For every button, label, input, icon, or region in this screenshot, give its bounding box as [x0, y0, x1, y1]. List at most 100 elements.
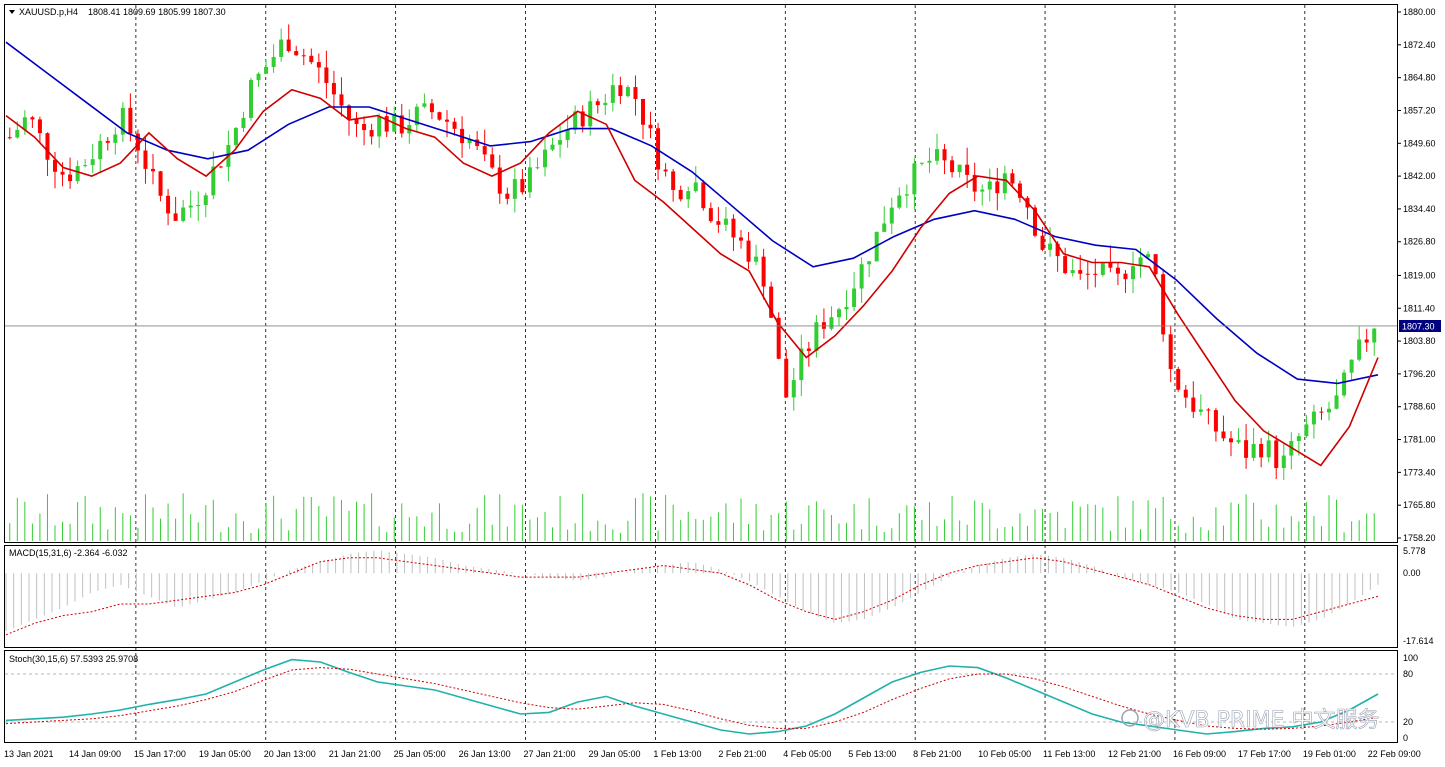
stoch-y-tick-label: 100: [1403, 653, 1418, 663]
candle-body: [512, 179, 517, 199]
candle-body: [1093, 273, 1098, 275]
candle-body: [256, 73, 261, 81]
x-tick-label: 5 Feb 13:00: [848, 749, 896, 759]
candle-body: [98, 140, 103, 160]
candle-body: [686, 191, 691, 200]
candle-body: [1213, 410, 1218, 432]
candle-body: [701, 182, 706, 209]
candle-body: [15, 129, 20, 138]
macd-y-tick-label: 0.00: [1403, 568, 1421, 578]
candle-body: [377, 116, 382, 137]
candle-body: [588, 101, 593, 127]
candle-body: [1063, 256, 1068, 274]
candle-body: [904, 194, 909, 196]
candle-body: [369, 130, 374, 137]
watermark-text: @KVB PRIME 中文服务: [1143, 708, 1379, 733]
candle-body: [791, 380, 796, 398]
candle-body: [90, 159, 95, 166]
x-tick-label: 11 Feb 13:00: [1043, 749, 1095, 759]
candle-body: [482, 146, 487, 155]
candle-body: [188, 205, 193, 208]
candle-body: [452, 121, 457, 129]
x-tick-label: 29 Jan 05:00: [588, 749, 640, 759]
candle-body: [1198, 409, 1203, 412]
y-tick-label: 1834.40: [1403, 204, 1436, 214]
stoch-y-tick-label: 0: [1403, 733, 1408, 743]
candle-body: [723, 218, 728, 225]
y-tick-label: 1872.40: [1403, 40, 1436, 50]
candle-body: [1221, 431, 1226, 439]
y-tick-label: 1880.00: [1403, 7, 1436, 17]
candle-body: [867, 261, 872, 265]
candle-body: [37, 119, 42, 134]
x-tick-label: 20 Jan 13:00: [264, 749, 316, 759]
candle-body: [422, 103, 427, 107]
candle-body: [739, 237, 743, 241]
candle-body: [558, 140, 563, 145]
candle-body: [1115, 267, 1120, 274]
candle-body: [618, 85, 623, 97]
candle-body: [1123, 273, 1128, 280]
candle-body: [166, 195, 171, 214]
candle-body: [648, 124, 653, 129]
candle-body: [625, 87, 630, 97]
candle-body: [1070, 270, 1075, 274]
candle-body: [1281, 455, 1286, 468]
y-tick-label: 1781.00: [1403, 435, 1436, 445]
x-tick-label: 26 Jan 13:00: [459, 749, 511, 759]
candle-body: [331, 83, 336, 95]
candle-body: [550, 144, 555, 150]
candle-body: [595, 101, 600, 106]
y-tick-label: 1773.40: [1403, 467, 1436, 477]
candle-body: [324, 67, 329, 84]
candle-body: [987, 181, 992, 190]
y-tick-label: 1849.60: [1403, 138, 1436, 148]
candle-body: [1040, 235, 1045, 250]
candle-body: [339, 94, 344, 106]
candle-body: [1131, 266, 1135, 280]
candle-body: [279, 39, 284, 58]
x-tick-label: 12 Feb 21:00: [1108, 749, 1161, 759]
y-tick-label: 1796.20: [1403, 369, 1436, 379]
candle-body: [1327, 408, 1331, 413]
candle-body: [113, 134, 118, 143]
macd-title: MACD(15,31,6) -2.364 -6.032: [9, 548, 128, 558]
candle-body: [761, 256, 766, 287]
candle-body: [445, 119, 449, 122]
candle-body: [437, 112, 442, 120]
candle-body: [935, 149, 939, 161]
candle-body: [218, 166, 223, 168]
candle-body: [105, 140, 110, 143]
candle-body: [241, 117, 246, 128]
candle-body: [1266, 440, 1271, 458]
watermark: @KVB PRIME 中文服务: [1121, 708, 1380, 733]
candle-body: [143, 150, 148, 169]
candle-body: [203, 195, 208, 206]
candle-body: [633, 87, 638, 99]
x-tick-label: 15 Jan 17:00: [134, 749, 186, 759]
x-tick-label: 8 Feb 21:00: [913, 749, 961, 759]
candle-body: [1296, 436, 1301, 442]
y-tick-label: 1765.80: [1403, 500, 1436, 510]
current-price-label: 1807.30: [1402, 322, 1435, 332]
y-tick-label: 1857.20: [1403, 105, 1436, 115]
candle-body: [1048, 243, 1053, 250]
x-tick-label: 10 Feb 05:00: [978, 749, 1031, 759]
x-tick-label: 16 Feb 09:00: [1173, 749, 1226, 759]
candle-body: [1244, 440, 1249, 458]
y-axis-ticks: 1880.00 1872.40 1864.80 1857.20 1849.60 1842.…: [1397, 7, 1436, 743]
candle-body: [181, 207, 186, 221]
chart-canvas: 1880.00 1872.40 1864.80 1857.20 1849.60 1842.…: [4, 4, 1441, 759]
candle-body: [889, 207, 894, 224]
main-panel-frame: [4, 4, 1398, 543]
candle-body: [60, 171, 65, 175]
x-tick-label: 1 Feb 13:00: [653, 749, 701, 759]
candle-body: [980, 189, 985, 192]
candle-body: [942, 149, 947, 161]
candle-body: [527, 167, 532, 193]
candle-body: [1002, 173, 1007, 194]
y-tick-label: 1803.80: [1403, 336, 1436, 346]
candle-body: [83, 165, 88, 167]
candle-body: [196, 205, 201, 207]
candle-body: [1342, 372, 1347, 396]
